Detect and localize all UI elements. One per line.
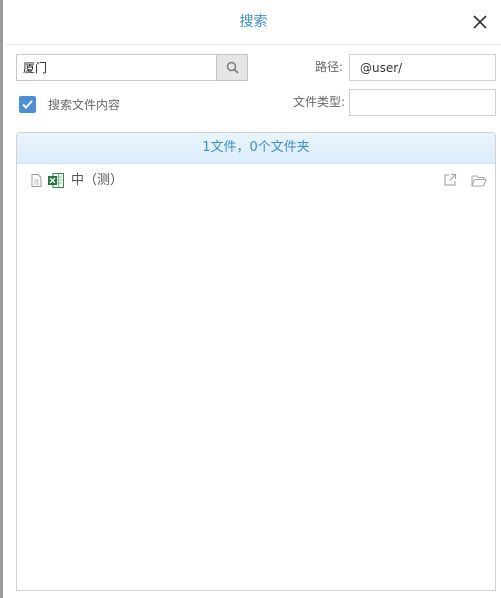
- file-type-label: 文件类型:: [292, 95, 345, 109]
- dialog-title: 搜索: [239, 14, 268, 30]
- search-button[interactable]: [216, 54, 248, 81]
- search-input[interactable]: [16, 54, 216, 81]
- file-type-field[interactable]: [349, 89, 496, 116]
- results-summary: 1文件，0个文件夹: [17, 133, 495, 164]
- close-icon[interactable]: [472, 14, 488, 30]
- path-field[interactable]: [349, 54, 496, 81]
- search-content-label: 搜索文件内容: [48, 98, 121, 112]
- checkmark-icon: [22, 100, 33, 109]
- folder-open-icon[interactable]: [471, 174, 487, 187]
- document-icon: [31, 174, 42, 187]
- file-name[interactable]: 中（测）: [71, 172, 123, 190]
- search-dialog: 搜索 路径: 文件类型: 搜索文件内容 1文件，0个文件夹: [0, 0, 501, 598]
- excel-file-icon: [48, 173, 64, 188]
- path-label: 路径:: [314, 60, 343, 74]
- search-content-checkbox[interactable]: [19, 96, 36, 113]
- search-icon: [226, 61, 239, 74]
- list-item[interactable]: 中（测）: [17, 169, 495, 193]
- dialog-header: 搜索: [6, 0, 501, 45]
- results-panel: 1文件，0个文件夹 中（测）: [16, 132, 496, 591]
- open-external-icon[interactable]: [443, 173, 457, 187]
